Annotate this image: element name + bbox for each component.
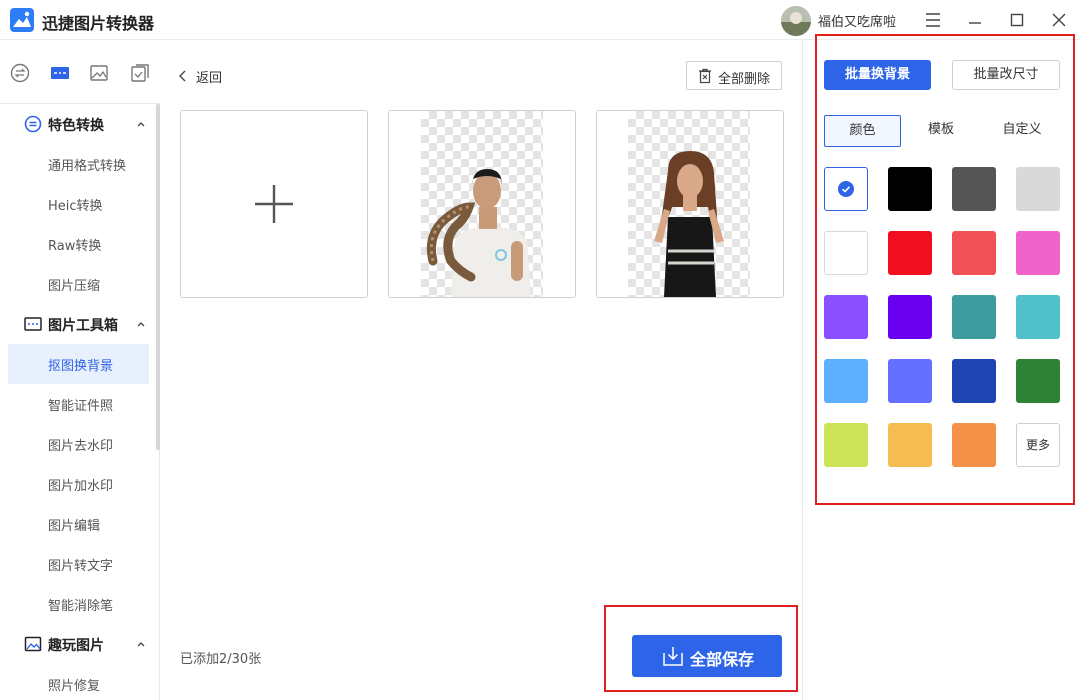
sidebar-item-image-edit[interactable]: 图片编辑 xyxy=(8,504,149,544)
trash-icon xyxy=(699,68,711,84)
color-swatch[interactable] xyxy=(888,295,932,339)
tab-template[interactable]: 模板 xyxy=(904,115,978,147)
batch-background-button[interactable]: 批量换背景 xyxy=(824,60,931,90)
sidebar-item-label: 图片去水印 xyxy=(48,439,114,454)
delete-all-label: 全部删除 xyxy=(718,72,771,87)
convert-icon xyxy=(24,115,42,133)
color-swatch[interactable] xyxy=(824,359,868,403)
color-swatch[interactable] xyxy=(824,423,868,467)
check-icon xyxy=(838,181,854,197)
add-image-card[interactable] xyxy=(180,110,368,298)
person-cutout-image xyxy=(426,169,531,297)
sidebar-item-cutout-background[interactable]: 抠图换背景 xyxy=(8,344,149,384)
sidebar-section-image-toolbox[interactable]: 图片工具箱 xyxy=(0,304,156,344)
sidebar-item-label: 图片编辑 xyxy=(48,519,101,534)
minimize-icon[interactable] xyxy=(963,8,987,32)
sidebar-section-fun-images[interactable]: 趣玩图片 xyxy=(0,624,156,664)
sidebar-item-label: 图片压缩 xyxy=(48,279,101,294)
color-swatch[interactable] xyxy=(1016,359,1060,403)
sidebar-item-label: 智能消除笔 xyxy=(48,599,114,614)
sidebar-item-remove-watermark[interactable]: 图片去水印 xyxy=(8,424,149,464)
color-swatch[interactable] xyxy=(952,359,996,403)
chevron-up-icon xyxy=(137,642,145,647)
color-swatch[interactable] xyxy=(1016,295,1060,339)
sidebar-item-label: 图片加水印 xyxy=(48,479,114,494)
sidebar-item-label: 通用格式转换 xyxy=(48,159,127,174)
chevron-up-icon xyxy=(137,122,145,127)
app-title: 迅捷图片转换器 xyxy=(42,14,155,33)
sidebar-item-label: 图片转文字 xyxy=(48,559,114,574)
color-swatch[interactable] xyxy=(888,423,932,467)
download-icon xyxy=(663,647,683,666)
convert-icon[interactable] xyxy=(9,62,31,84)
sidebar-item-id-photo[interactable]: 智能证件照 xyxy=(8,384,149,424)
back-button[interactable]: 返回 xyxy=(178,66,222,86)
sidebar-item-format-convert[interactable]: 通用格式转换 xyxy=(8,144,149,184)
section-label: 趣玩图片 xyxy=(48,638,104,654)
plus-icon xyxy=(255,185,293,223)
color-swatch[interactable] xyxy=(888,167,932,211)
sidebar-item-heic-convert[interactable]: Heic转换 xyxy=(8,184,149,224)
sidebar-item-label: 智能证件照 xyxy=(48,399,114,414)
color-swatch[interactable] xyxy=(1016,167,1060,211)
chevron-up-icon xyxy=(137,322,145,327)
sidebar-item-image-to-text[interactable]: 图片转文字 xyxy=(8,544,149,584)
tab-color[interactable]: 颜色 xyxy=(824,115,901,147)
color-swatch[interactable] xyxy=(824,231,868,275)
color-swatch[interactable] xyxy=(888,359,932,403)
sidebar-item-photo-repair[interactable]: 照片修复 xyxy=(8,664,149,700)
close-icon[interactable] xyxy=(1047,8,1071,32)
color-swatch[interactable] xyxy=(952,231,996,275)
added-count: 已添加2/30张 xyxy=(180,652,262,667)
batch-icon[interactable] xyxy=(129,62,151,84)
person-cutout-image xyxy=(654,151,724,297)
maximize-icon[interactable] xyxy=(1005,8,1029,32)
color-swatch-transparent[interactable] xyxy=(824,167,868,211)
sidebar-item-image-compress[interactable]: 图片压缩 xyxy=(8,264,149,304)
toolbox-icon xyxy=(24,317,42,331)
image-card[interactable] xyxy=(596,110,784,298)
more-colors-button[interactable]: 更多 xyxy=(1016,423,1060,467)
back-label: 返回 xyxy=(196,70,223,86)
sidebar: 特色转换 通用格式转换 Heic转换 Raw转换 图片压缩 图片工具箱 抠图换背… xyxy=(0,104,160,700)
delete-all-button[interactable]: 全部删除 xyxy=(686,61,782,90)
image-card[interactable] xyxy=(388,110,576,298)
menu-icon[interactable] xyxy=(921,8,945,32)
save-all-label: 全部保存 xyxy=(690,650,755,669)
avatar[interactable] xyxy=(781,6,811,36)
sidebar-item-label: 抠图换背景 xyxy=(48,359,114,374)
section-label: 图片工具箱 xyxy=(48,318,118,334)
sidebar-item-raw-convert[interactable]: Raw转换 xyxy=(8,224,149,264)
save-all-button[interactable]: 全部保存 xyxy=(632,635,782,677)
sidebar-item-label: Raw转换 xyxy=(48,239,102,254)
color-swatch[interactable] xyxy=(952,167,996,211)
chevron-left-icon xyxy=(179,70,186,82)
category-icon-row xyxy=(0,40,160,104)
color-swatch[interactable] xyxy=(824,295,868,339)
section-label: 特色转换 xyxy=(48,118,104,134)
color-swatch[interactable] xyxy=(888,231,932,275)
image-fun-icon xyxy=(24,636,42,652)
color-swatch[interactable] xyxy=(952,423,996,467)
image-fun-icon[interactable] xyxy=(88,62,110,84)
tab-custom[interactable]: 自定义 xyxy=(984,115,1060,147)
sidebar-section-special-convert[interactable]: 特色转换 xyxy=(0,104,156,144)
sidebar-scrollbar[interactable] xyxy=(156,104,160,450)
username[interactable]: 福伯又吃席啦 xyxy=(818,11,896,30)
batch-resize-button[interactable]: 批量改尺寸 xyxy=(952,60,1060,90)
sidebar-item-label: 照片修复 xyxy=(48,679,101,694)
color-swatch[interactable] xyxy=(952,295,996,339)
sidebar-item-label: Heic转换 xyxy=(48,199,103,214)
app-logo-icon xyxy=(10,8,34,32)
sidebar-item-smart-eraser[interactable]: 智能消除笔 xyxy=(8,584,149,624)
color-swatch[interactable] xyxy=(1016,231,1060,275)
toolbox-icon[interactable] xyxy=(49,62,71,84)
sidebar-item-add-watermark[interactable]: 图片加水印 xyxy=(8,464,149,504)
